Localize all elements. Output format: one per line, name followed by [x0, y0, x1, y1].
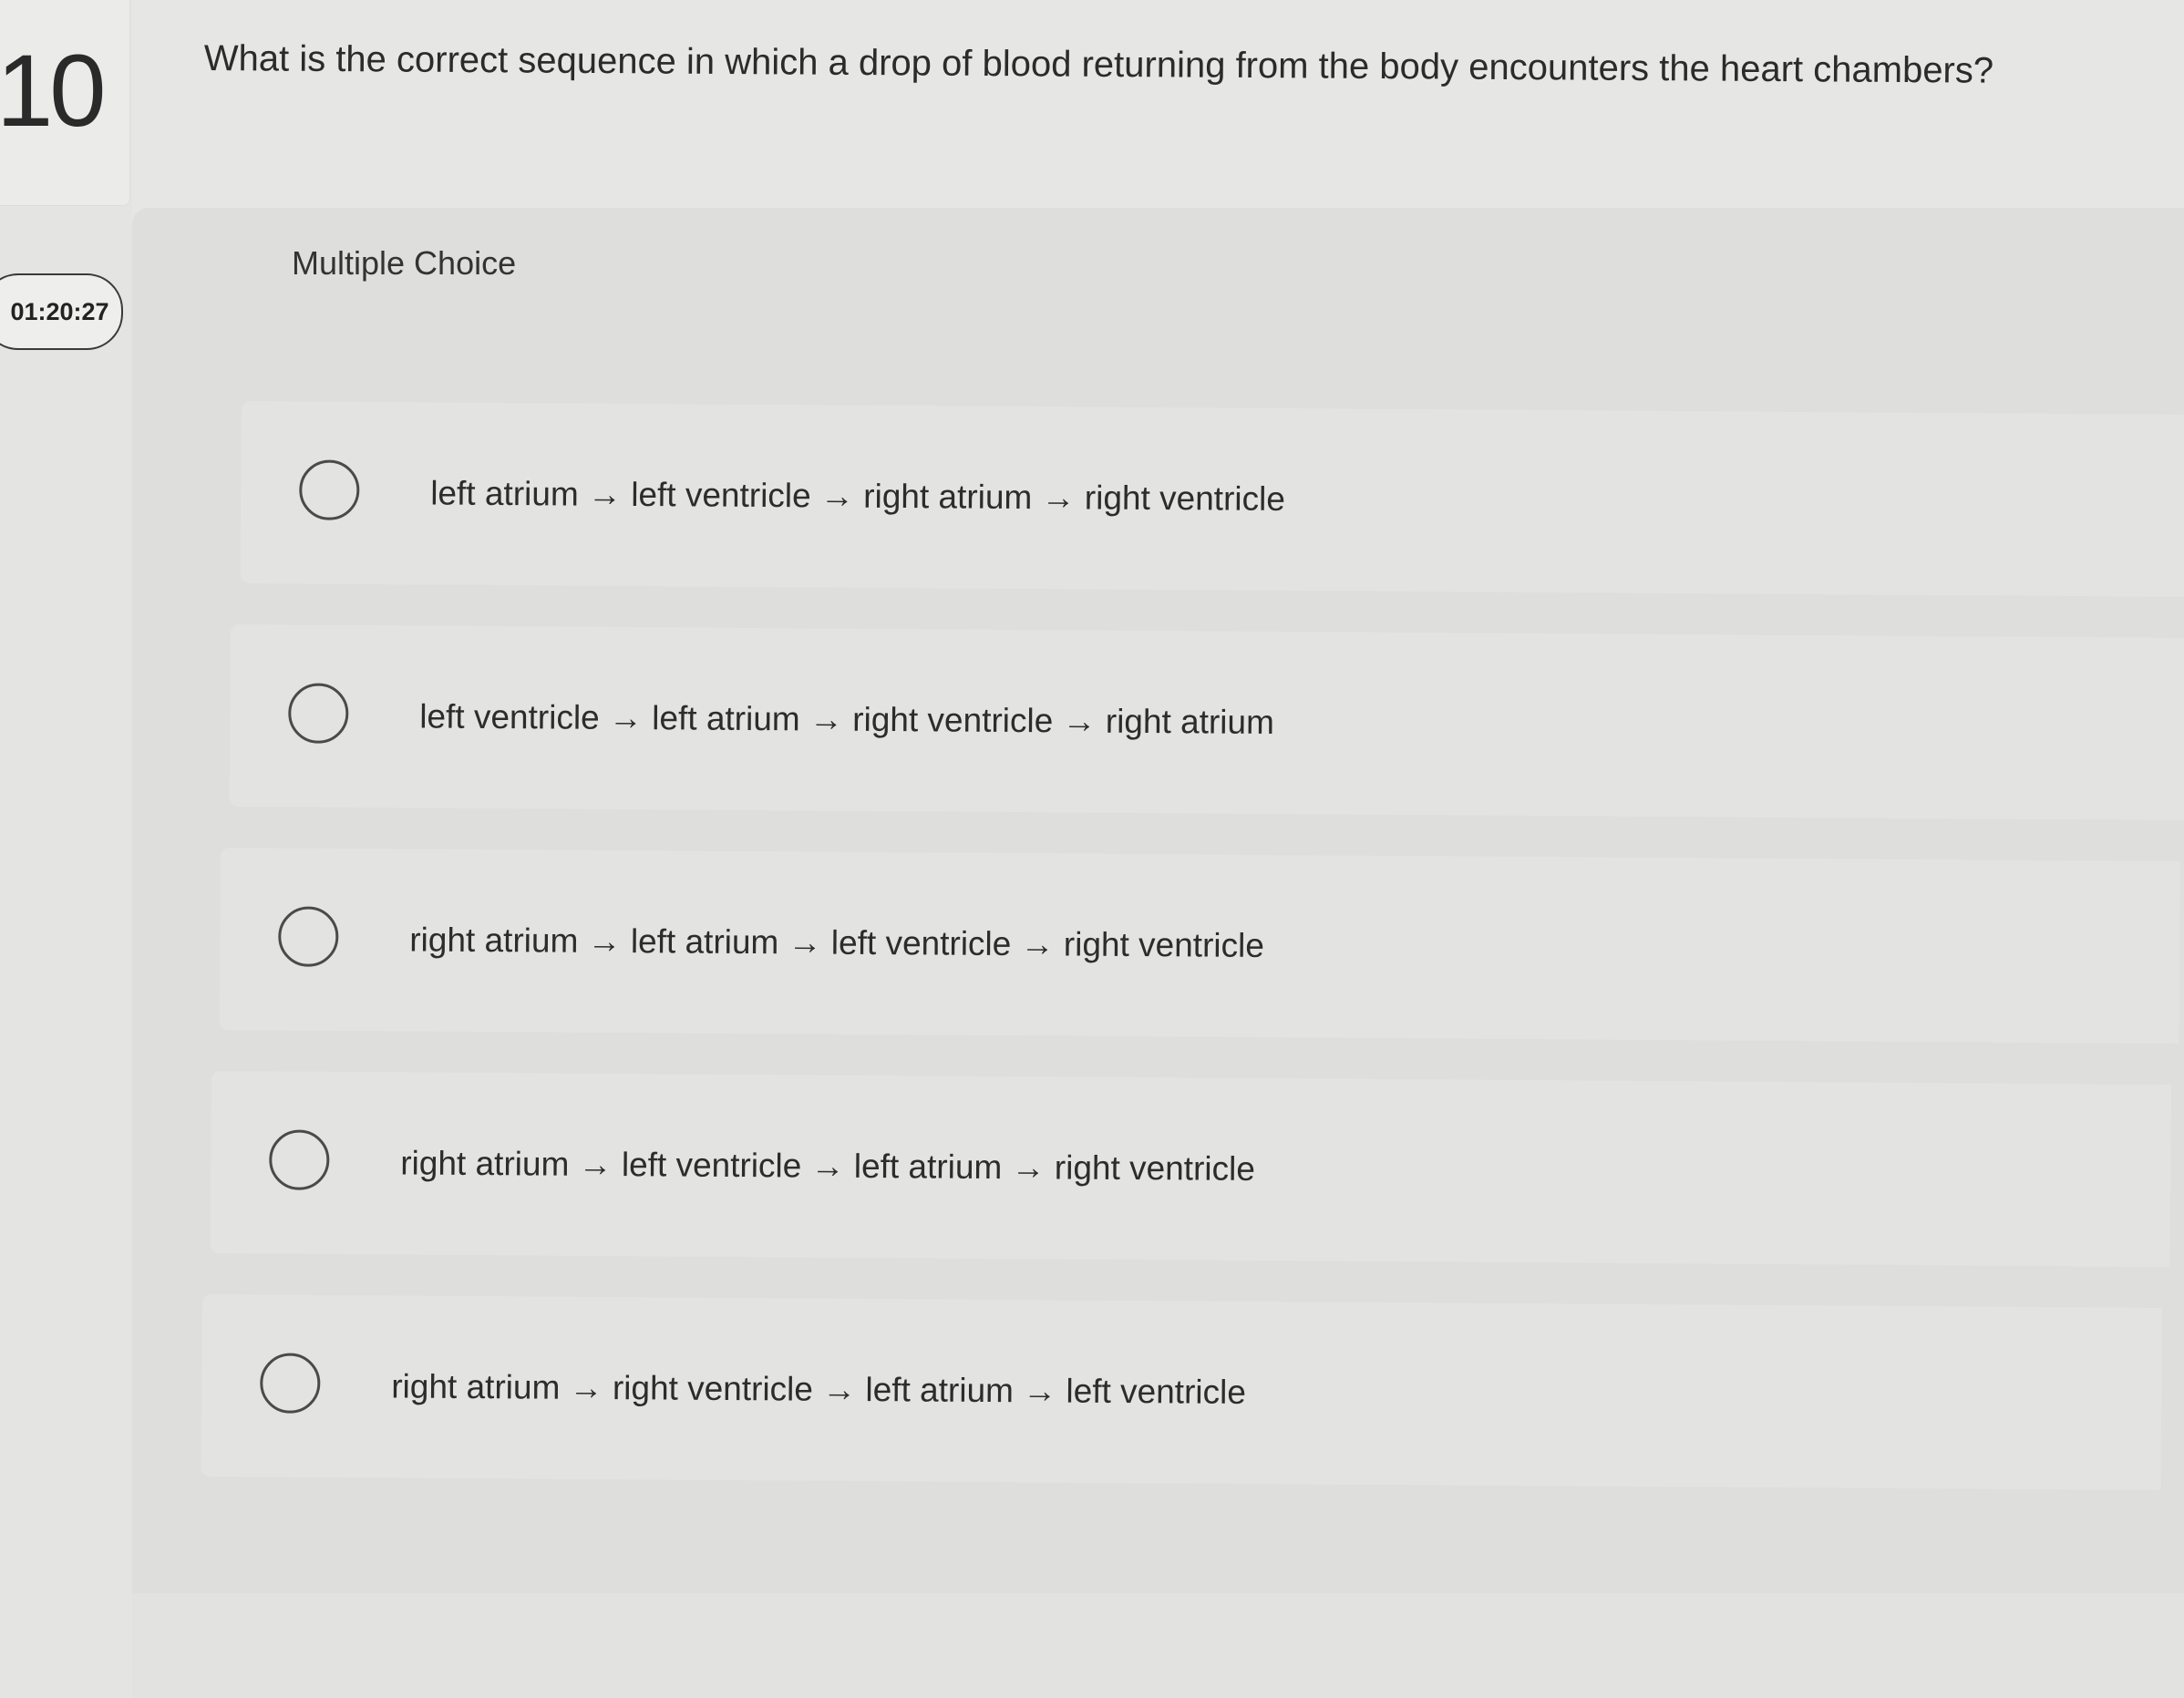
choice-label: right atrium → left atrium → left ventri…: [409, 921, 1265, 964]
left-rail: [0, 0, 132, 1698]
choice-label: right atrium → right ventricle → left at…: [391, 1367, 1247, 1411]
question-text: What is the correct sequence in which a …: [203, 37, 1994, 91]
timer-badge: 01:20:27: [0, 273, 123, 350]
choice-label: right atrium → left ventricle → left atr…: [400, 1144, 1256, 1188]
radio-button[interactable]: [299, 459, 360, 520]
choice-option-5[interactable]: right atrium → right ventricle → left at…: [201, 1294, 2162, 1491]
question-number: 10: [0, 34, 107, 148]
choice-label: left atrium → left ventricle → right atr…: [430, 474, 1286, 518]
panel-footer-area: [132, 1593, 2184, 1698]
choice-option-1[interactable]: left atrium → left ventricle → right atr…: [240, 401, 2184, 598]
radio-button[interactable]: [269, 1129, 330, 1190]
choice-option-3[interactable]: right atrium → left atrium → left ventri…: [219, 848, 2180, 1045]
question-number-box: 10: [0, 0, 130, 206]
choice-option-4[interactable]: right atrium → left ventricle → left atr…: [210, 1071, 2171, 1268]
choice-option-2[interactable]: left ventricle → left atrium → right ven…: [229, 624, 2184, 821]
radio-button[interactable]: [278, 906, 339, 967]
radio-button[interactable]: [260, 1353, 321, 1414]
choice-label: left ventricle → left atrium → right ven…: [419, 697, 1275, 741]
question-type-label: Multiple Choice: [292, 244, 517, 282]
radio-button[interactable]: [288, 683, 349, 744]
